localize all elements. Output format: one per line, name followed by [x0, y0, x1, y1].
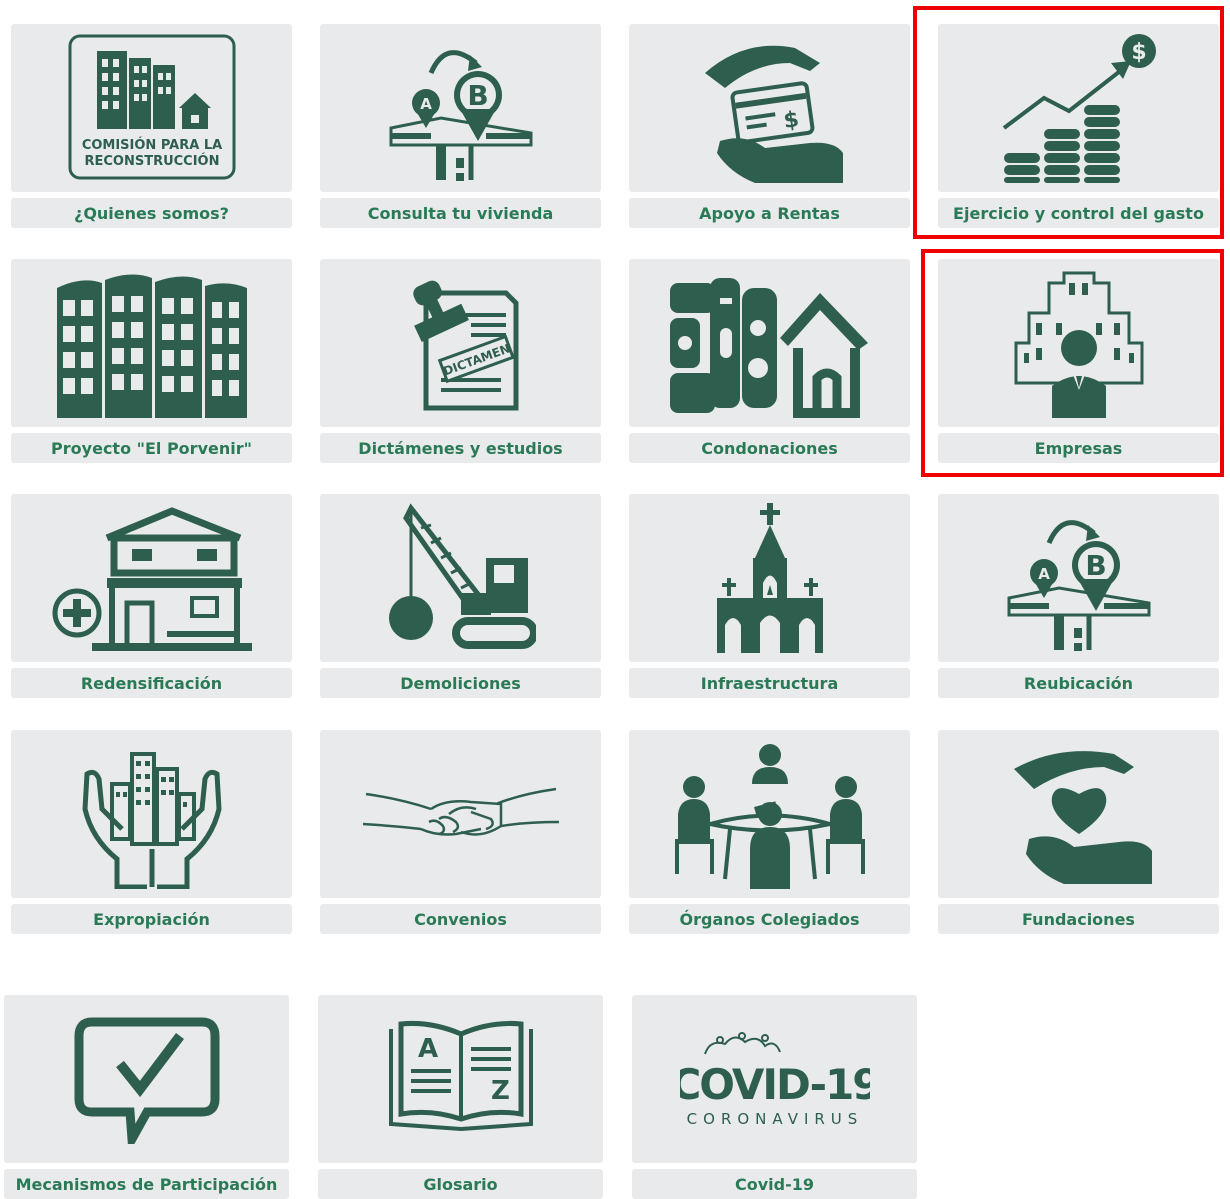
tile-icon-box[interactable]	[4, 995, 289, 1163]
tile-label[interactable]: Glosario	[318, 1169, 603, 1199]
tile-expropiacion[interactable]: Expropiación	[11, 730, 292, 934]
tile-label[interactable]: ¿Quienes somos?	[11, 198, 292, 228]
tile-dictamenes[interactable]: DICTAMEN Dictámenes y estudios	[320, 259, 601, 463]
letter-a: A	[418, 1034, 438, 1064]
tile-label[interactable]: Demoliciones	[320, 668, 601, 698]
speech-check-icon	[74, 1017, 219, 1144]
tile-label[interactable]: Fundaciones	[938, 904, 1219, 934]
tile-icon-box[interactable]: A Z	[318, 995, 603, 1163]
tile-icon-box[interactable]	[11, 730, 292, 898]
tile-icon-box[interactable]: $	[629, 24, 910, 192]
pin-b: B	[1085, 549, 1106, 582]
stamp-document-icon: DICTAMEN	[412, 280, 518, 411]
tile-mecanismos-participacion[interactable]: Mecanismos de Participación	[4, 995, 289, 1199]
tile-infraestructura[interactable]: Infraestructura	[629, 494, 910, 698]
letter-z: Z	[491, 1076, 510, 1106]
house-plus-icon	[52, 507, 252, 651]
tile-icon-box[interactable]	[938, 730, 1219, 898]
tile-label[interactable]: Reubicación	[938, 668, 1219, 698]
tile-icon-box[interactable]	[320, 494, 601, 662]
tile-label[interactable]: Condonaciones	[629, 433, 910, 463]
tile-label[interactable]: Consulta tu vivienda	[320, 198, 601, 228]
tile-icon-box[interactable]	[629, 730, 910, 898]
hands-heart-icon	[1013, 751, 1152, 884]
tile-label[interactable]: Redensificación	[11, 668, 292, 698]
pin-b: B	[467, 79, 488, 112]
tile-organos-colegiados[interactable]: Órganos Colegiados	[629, 730, 910, 934]
tile-icon-box[interactable]: COMISIÓN PARA LA RECONSTRUCCIÓN	[11, 24, 292, 192]
highlight-box-ejercicio	[913, 6, 1224, 239]
tile-label[interactable]: Dictámenes y estudios	[320, 433, 601, 463]
tile-label[interactable]: Covid-19	[632, 1169, 917, 1199]
tile-quienes-somos[interactable]: COMISIÓN PARA LA RECONSTRUCCIÓN ¿Quienes…	[11, 24, 292, 228]
tile-apoyo-rentas[interactable]: $ Apoyo a Rentas	[629, 24, 910, 228]
tile-icon-box[interactable]: COVID-19 CORONAVIRUS	[632, 995, 917, 1163]
tile-label[interactable]: Expropiación	[11, 904, 292, 934]
tile-icon-box[interactable]: A B	[320, 24, 601, 192]
covid-title: COVID-19	[680, 1060, 870, 1109]
tile-icon-box[interactable]	[320, 730, 601, 898]
tile-icon-box[interactable]: A B	[938, 494, 1219, 662]
hands-card-icon: $	[704, 45, 843, 183]
tile-icon-box[interactable]	[11, 494, 292, 662]
covid-logo-icon: COVID-19 CORONAVIRUS	[680, 1032, 870, 1128]
handshake-icon	[362, 787, 559, 836]
tile-label[interactable]: Órganos Colegiados	[629, 904, 910, 934]
logo-line1: COMISIÓN PARA LA	[81, 137, 221, 153]
crane-wrecking-ball-icon	[388, 503, 536, 649]
map-route-icon: A B	[389, 50, 532, 181]
highlight-box-empresas	[921, 249, 1224, 477]
logo-line2: RECONSTRUCCIÓN	[84, 153, 219, 169]
meeting-table-icon	[674, 744, 865, 889]
tile-condonaciones[interactable]: Condonaciones	[629, 259, 910, 463]
church-icon	[716, 503, 823, 653]
tile-covid-19[interactable]: COVID-19 CORONAVIRUS Covid-19	[632, 995, 917, 1199]
hands-city-icon	[81, 752, 222, 889]
tile-proyecto-porvenir[interactable]: Proyecto "El Porvenir"	[11, 259, 292, 463]
pin-a: A	[1038, 565, 1050, 583]
tile-icon-box[interactable]	[629, 259, 910, 427]
book-az-icon: A Z	[388, 1021, 533, 1132]
map-route-icon: A B	[1007, 520, 1150, 651]
tile-icon-box[interactable]: DICTAMEN	[320, 259, 601, 427]
tile-redensificacion[interactable]: Redensificación	[11, 494, 292, 698]
buildings-icon	[56, 274, 247, 418]
mayan-house-icon	[669, 278, 868, 418]
tile-icon-box[interactable]	[629, 494, 910, 662]
tile-icon-box[interactable]	[11, 259, 292, 427]
tile-fundaciones[interactable]: Fundaciones	[938, 730, 1219, 934]
tile-label[interactable]: Infraestructura	[629, 668, 910, 698]
tile-glosario[interactable]: A Z Glosario	[318, 995, 603, 1199]
covid-subtitle: CORONAVIRUS	[686, 1110, 863, 1128]
building-logo-icon: COMISIÓN PARA LA RECONSTRUCCIÓN	[68, 34, 235, 180]
tile-label[interactable]: Proyecto "El Porvenir"	[11, 433, 292, 463]
tile-convenios[interactable]: Convenios	[320, 730, 601, 934]
tile-reubicacion[interactable]: A B Reubicación	[938, 494, 1219, 698]
tile-consulta-vivienda[interactable]: A B Consulta tu vivienda	[320, 24, 601, 228]
tile-label[interactable]: Mecanismos de Participación	[4, 1169, 289, 1199]
tile-demoliciones[interactable]: Demoliciones	[320, 494, 601, 698]
tile-label[interactable]: Convenios	[320, 904, 601, 934]
tile-label[interactable]: Apoyo a Rentas	[629, 198, 910, 228]
pin-a: A	[420, 95, 432, 113]
